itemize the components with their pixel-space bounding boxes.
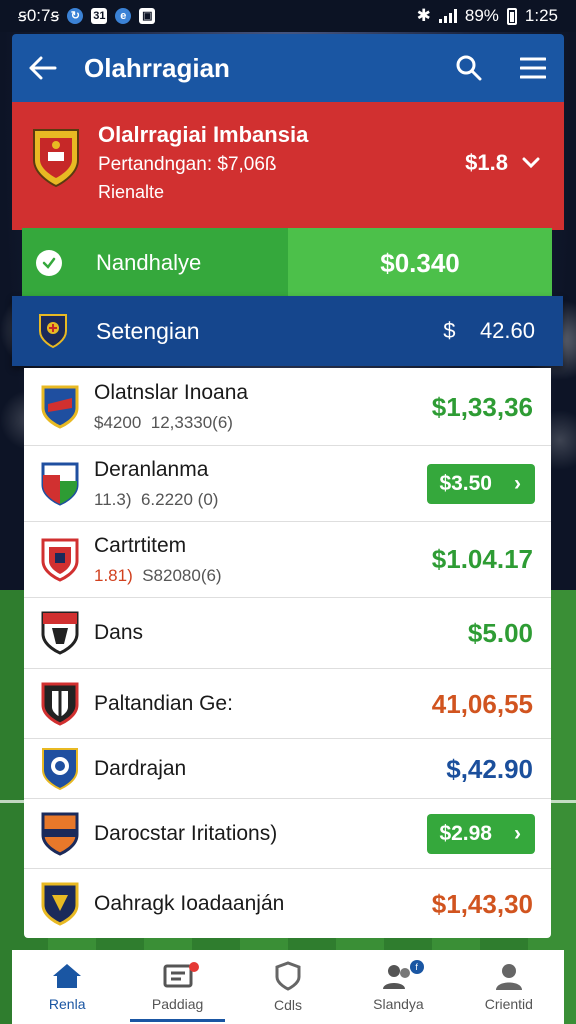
list-item-meta-a: 11.3) (94, 489, 132, 509)
featured-price-button[interactable]: $1.8 (465, 150, 540, 176)
home-icon (53, 964, 82, 988)
facebook-badge-icon: f (409, 960, 424, 974)
chevron-right-icon: › (514, 822, 521, 845)
highlight-blue-prefix: $ (443, 318, 456, 343)
list-item-value: $1,33,36 (431, 392, 533, 422)
menu-icon[interactable] (518, 53, 548, 83)
tab-label: Slandya (373, 996, 424, 1012)
list-item[interactable]: Olatnslar Inoana $4200 12,3330(6) $1,33,… (24, 368, 551, 446)
crest-black-white-icon (41, 682, 79, 726)
list-item-meta: $4200 12,3330(6) (94, 413, 248, 433)
tab-scores[interactable]: Paddiag (122, 950, 232, 1024)
highlight-blue-row[interactable]: Setengian $ 42.60 (12, 296, 563, 366)
list-item-meta: 1.81) S82080(6) (94, 566, 222, 586)
sync-icon: ↻ (67, 8, 84, 24)
crest-red-white-icon (41, 538, 79, 582)
highlight-green-label: Nandhalye (96, 250, 202, 275)
highlight-blue-price: $ 42.60 (443, 318, 535, 344)
list-item-meta-b: 12,3330(6) (150, 412, 233, 432)
list-item[interactable]: Dardrajan $,42.90 (24, 739, 551, 799)
check-icon (36, 250, 62, 276)
page-title: Olahrragian (84, 52, 230, 83)
list-item-name: Cartrtitem (94, 533, 187, 557)
featured-crest-icon (30, 126, 82, 195)
list-item-price-button[interactable]: $2.98 › (427, 814, 535, 854)
highlight-green-row[interactable]: Nandhalye $0.340 (22, 228, 552, 298)
status-bar: ꞩ0:7ꞩ ↻ 31 e ▣ ✱ 89% 1:25 (0, 0, 576, 32)
list-item-meta-b: 6.2220 (0) (140, 489, 219, 509)
shield-icon (275, 961, 301, 991)
list-item-name: Olatnslar Inoana (94, 380, 249, 404)
crest-navy-gold-icon (41, 882, 79, 926)
tab-label: Cdls (274, 997, 303, 1013)
list-item-value: $,42.90 (446, 754, 533, 784)
app-container: Olahrragian Olalrragiai Imbansia Pertand… (12, 34, 564, 1024)
back-arrow-icon[interactable] (28, 53, 58, 83)
list-item-name: Darocstar Iritations) (94, 821, 278, 845)
profile-icon (495, 964, 522, 990)
list-item-value: 41,06,55 (431, 689, 533, 719)
app-bar: Olahrragian (12, 34, 564, 102)
team-list: Olatnslar Inoana $4200 12,3330(6) $1,33,… (24, 368, 551, 938)
list-item-meta: 11.3) 6.2220 (0) (94, 490, 218, 510)
list-item[interactable]: Deranlanma 11.3) 6.2220 (0) $3.50 › (24, 446, 551, 522)
list-item[interactable]: Oahragk Ioadaanján $1,43,30 (24, 869, 551, 938)
search-icon[interactable] (454, 53, 484, 83)
status-time-right: 1:25 (524, 6, 558, 25)
list-item-meta-a: 1.81) (94, 565, 133, 585)
tab-profile[interactable]: Crientid (454, 950, 564, 1024)
list-item-name: Oahragk Ioadaanján (94, 891, 285, 915)
signal-icon (438, 9, 457, 23)
featured-price: $1.8 (465, 150, 508, 175)
list-item-value: $1.04.17 (431, 544, 533, 574)
chevron-right-icon: › (514, 472, 521, 495)
bluetooth-icon: ✱ (416, 6, 431, 25)
list-item-meta-b: S82080(6) (142, 565, 222, 585)
list-item[interactable]: Dans $5.00 (24, 598, 551, 669)
crest-orange-navy-icon (41, 812, 79, 856)
crest-blue-red-icon (41, 385, 79, 429)
list-item-price-button[interactable]: $3.50 › (427, 464, 535, 504)
tab-clubs[interactable]: Cdls (233, 950, 343, 1024)
list-item-meta-a: $4200 (94, 412, 142, 432)
list-item-value: $3.50 (439, 472, 492, 495)
crest-blue-white-icon (42, 747, 78, 790)
list-item-value: $1,43,30 (431, 889, 533, 919)
list-item[interactable]: Cartrtitem 1.81) S82080(6) $1.04.17 (24, 522, 551, 598)
highlight-blue-label: Setengian (96, 317, 200, 344)
list-item-name: Paltandian Ge: (94, 691, 233, 715)
browser-icon: e (115, 8, 132, 24)
tab-label: Renla (48, 996, 86, 1012)
bottom-nav: Renla Paddiag Cdls f Slandya Crientid (12, 950, 564, 1024)
gallery-icon: ▣ (139, 8, 156, 24)
list-item-value: $2.98 (439, 822, 492, 845)
battery-icon (506, 7, 517, 25)
tab-home[interactable]: Renla (12, 950, 122, 1024)
highlight-green-value: $0.340 (380, 247, 460, 278)
crest-red-green-icon (41, 462, 79, 506)
featured-card[interactable]: Olalrragiai Imbansia Pertandngan: $7,06ß… (12, 102, 564, 230)
list-item[interactable]: Darocstar Iritations) $2.98 › (24, 799, 551, 869)
list-item-name: Dardrajan (94, 756, 187, 780)
featured-title: Olalrragiai Imbansia (98, 122, 309, 147)
highlight-blue-value: 42.60 (479, 318, 535, 343)
list-item-name: Dans (94, 621, 144, 644)
status-time-left: ꞩ0:7ꞩ (18, 6, 60, 25)
tab-label: Crientid (484, 996, 533, 1012)
notification-icon: 31 (91, 8, 108, 24)
notification-badge (188, 962, 199, 972)
list-item-value: $5.00 (467, 618, 533, 648)
battery-percent: 89% (464, 6, 499, 25)
featured-note: Rienalte (98, 182, 165, 202)
tab-label: Paddiag (151, 996, 204, 1012)
list-item[interactable]: Paltandian Ge: 41,06,55 (24, 669, 551, 739)
tab-standings[interactable]: f Slandya (343, 950, 453, 1024)
chevron-down-icon (522, 157, 540, 169)
list-item-name: Deranlanma (94, 457, 209, 481)
team-crest-icon (39, 314, 67, 349)
crest-black-red-icon (41, 611, 79, 655)
